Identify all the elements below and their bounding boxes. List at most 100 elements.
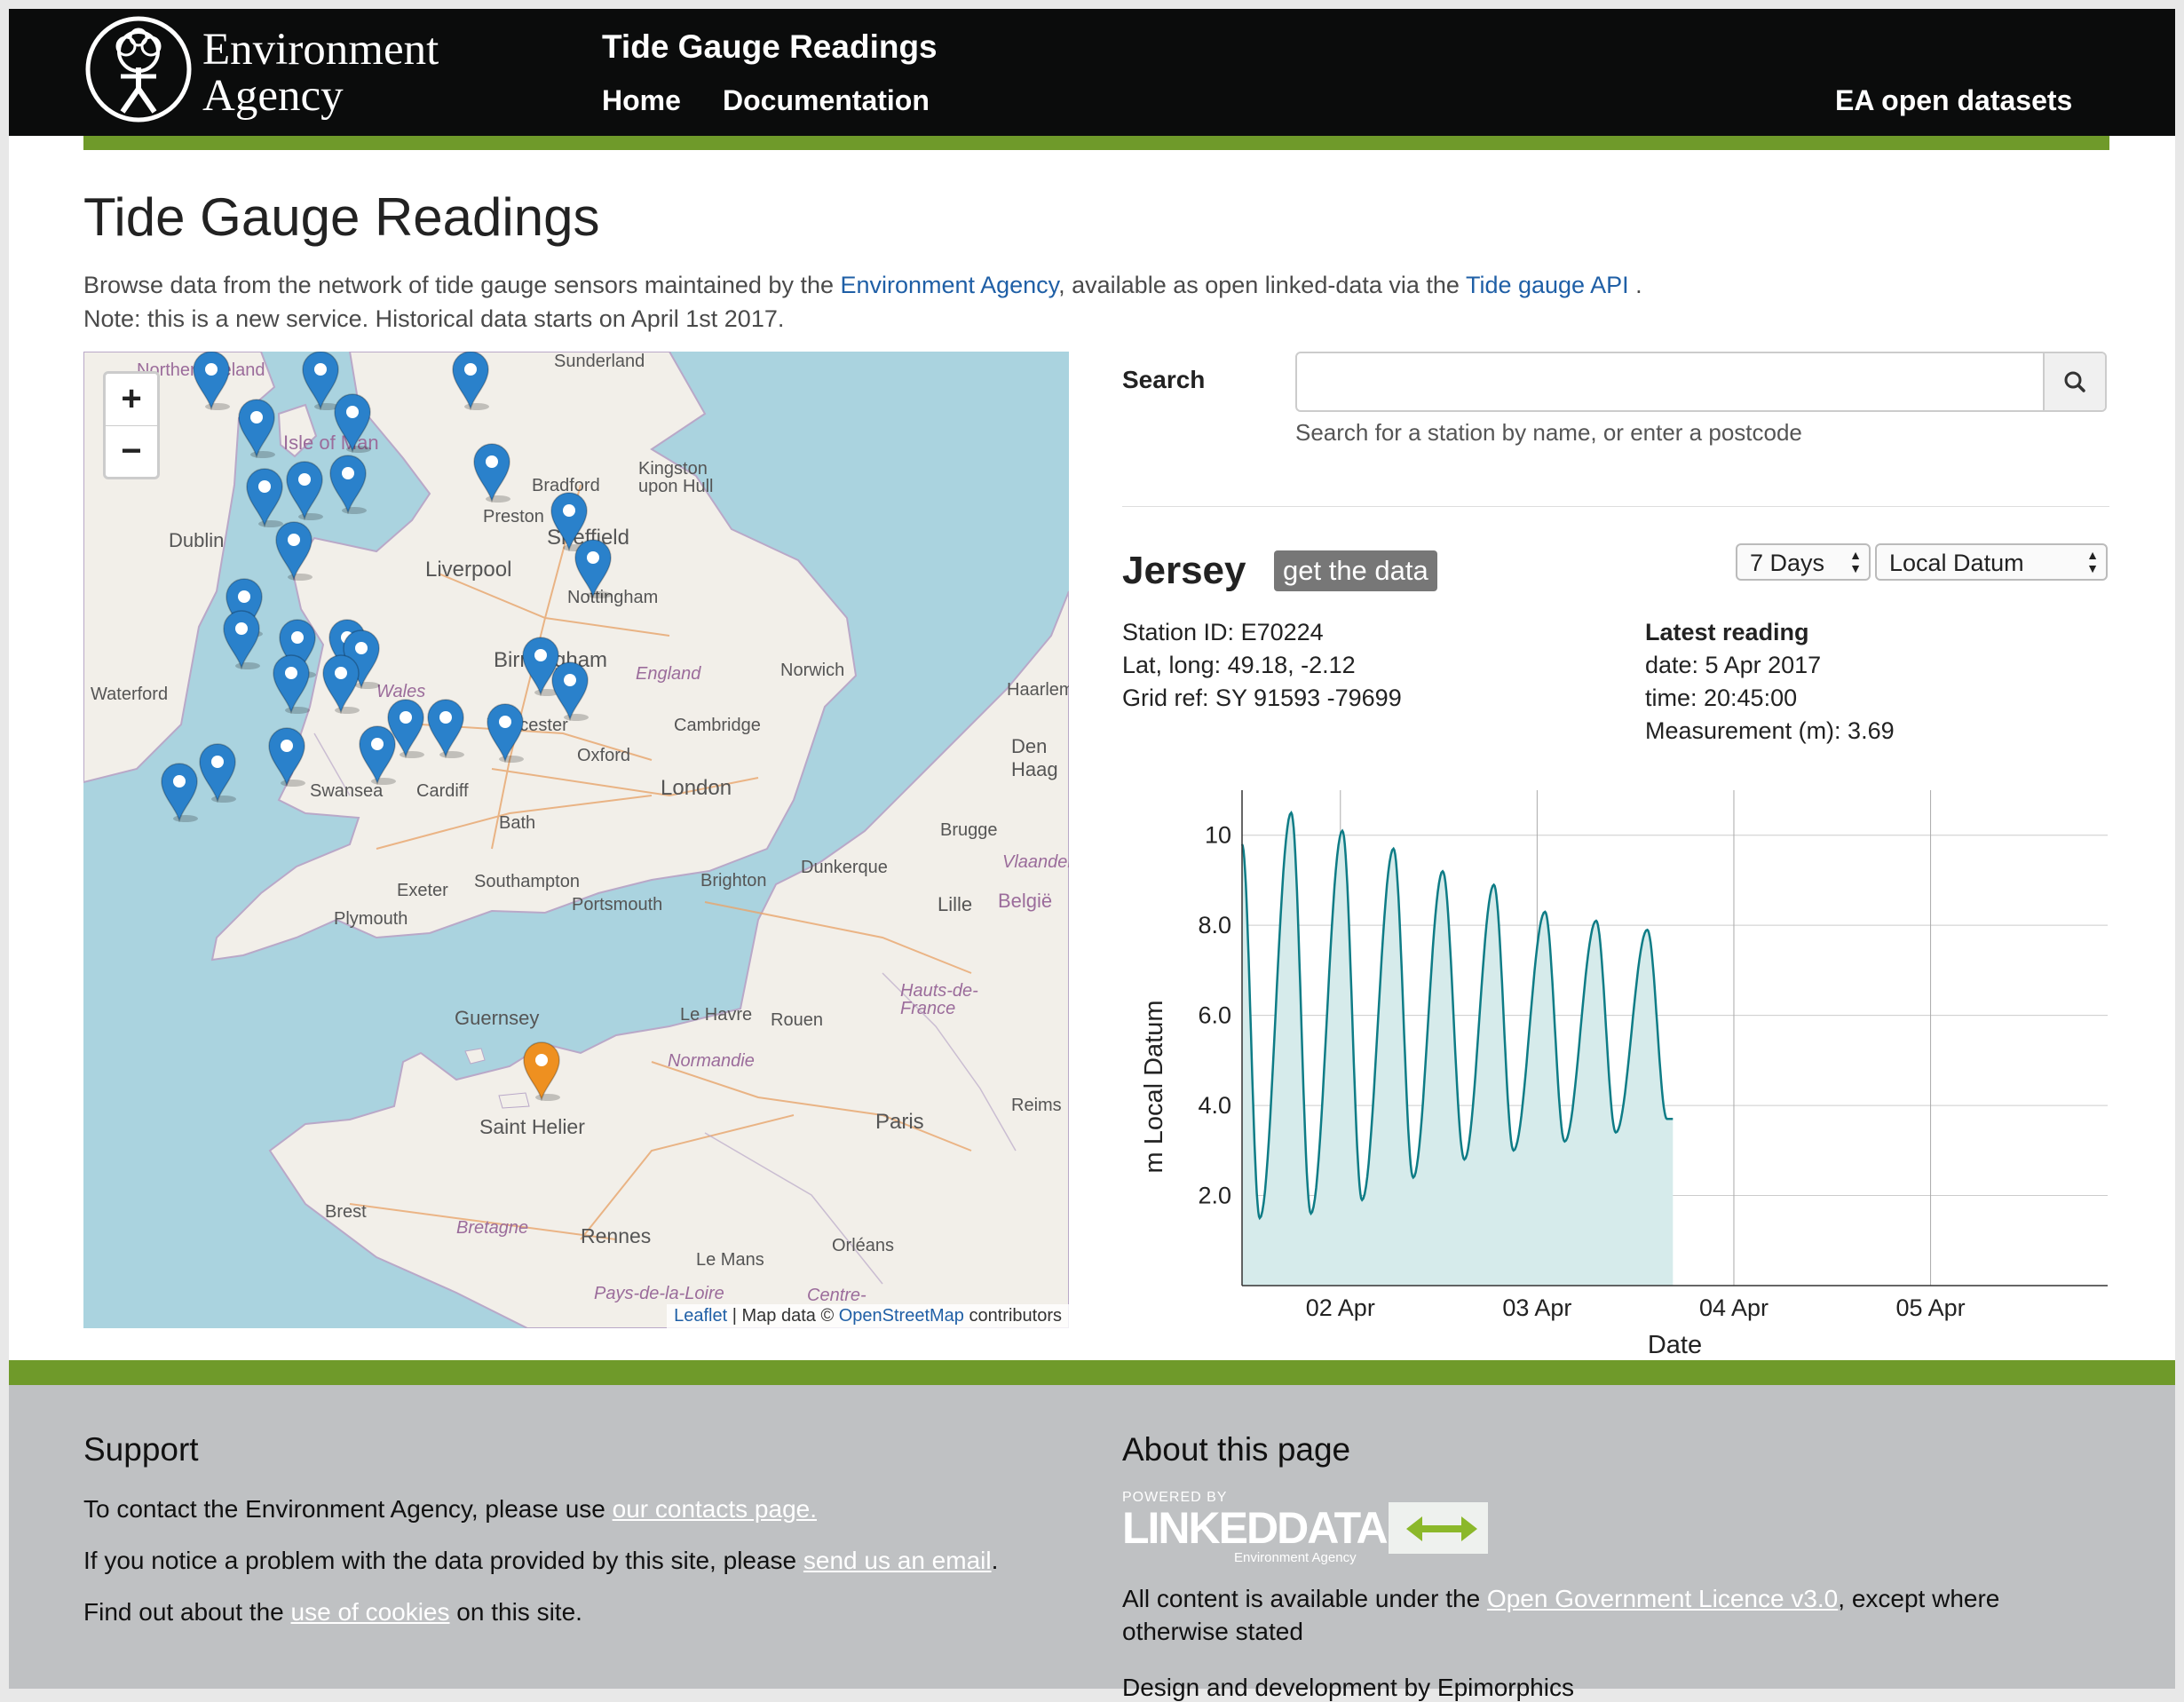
environment-agency-logo[interactable]: Environment Agency xyxy=(83,14,474,125)
support-text: If you notice a problem with the data pr… xyxy=(83,1547,803,1574)
leaflet-link[interactable]: Leaflet xyxy=(674,1306,727,1326)
station-marker[interactable] xyxy=(320,653,361,714)
search-input[interactable] xyxy=(1297,353,2043,410)
y-tick-label: 8.0 xyxy=(1198,912,1231,938)
station-marker[interactable] xyxy=(221,609,262,669)
station-id: Station ID: E70224 xyxy=(1122,619,1324,645)
support-line-contacts: To contact the Environment Agency, pleas… xyxy=(83,1495,817,1524)
nav-documentation-link[interactable]: Documentation xyxy=(723,84,930,117)
attribution-tail: contributors xyxy=(963,1306,1062,1326)
support-line-cookies: Find out about the use of cookies on thi… xyxy=(83,1598,582,1627)
header-green-rule xyxy=(83,136,2109,150)
support-heading: Support xyxy=(83,1431,199,1468)
site-title[interactable]: Tide Gauge Readings xyxy=(602,28,938,66)
station-marker[interactable] xyxy=(573,538,613,598)
top-navbar: Environment Agency Tide Gauge Readings H… xyxy=(9,9,2175,136)
get-the-data-button[interactable]: get the data xyxy=(1274,550,1437,591)
licence-text: All content is available under the Open … xyxy=(1122,1582,2081,1648)
station-marker[interactable] xyxy=(159,762,200,822)
search-help-text: Search for a station by name, or enter a… xyxy=(1295,419,1802,446)
station-name: Jersey xyxy=(1122,549,1246,592)
search-button[interactable] xyxy=(2043,353,2105,410)
latest-measurement: Measurement (m): 3.69 xyxy=(1645,717,1895,744)
station-marker[interactable] xyxy=(332,392,373,453)
station-marker[interactable] xyxy=(485,702,526,763)
latest-reading: Latest reading date: 5 Apr 2017 time: 20… xyxy=(1645,616,1895,748)
environment-agency-link[interactable]: Environment Agency xyxy=(840,272,1058,298)
station-marker[interactable] xyxy=(271,653,312,714)
station-marker[interactable] xyxy=(236,398,277,458)
station-marker[interactable] xyxy=(550,661,590,721)
intro-text-2: , available as open linked-data via the xyxy=(1058,272,1466,298)
station-info: Station ID: E70224 Lat, long: 49.18, -2.… xyxy=(1122,616,1402,715)
ld-name: LINKEDDATA xyxy=(1122,1503,1389,1553)
station-marker[interactable] xyxy=(284,460,325,520)
support-line-email: If you notice a problem with the data pr… xyxy=(83,1547,998,1575)
page: Environment Agency Tide Gauge Readings H… xyxy=(9,9,2175,1701)
x-tick-label: 05 Apr xyxy=(1896,1294,1966,1321)
support-text: Find out about the xyxy=(83,1598,291,1626)
station-marker[interactable] xyxy=(471,442,512,503)
period-select[interactable]: 7 Days ▲ ▼ xyxy=(1736,543,1871,581)
selected-station-marker[interactable] xyxy=(521,1041,562,1101)
x-tick-label: 04 Apr xyxy=(1699,1294,1769,1321)
station-marker[interactable] xyxy=(425,698,466,758)
design-credit: Design and development by Epimorphics xyxy=(1122,1674,1574,1701)
station-map[interactable]: Northern Ireland Isle of Man Dublin Wate… xyxy=(83,352,1069,1328)
y-tick-label: 4.0 xyxy=(1198,1092,1231,1119)
station-marker[interactable] xyxy=(273,520,314,581)
y-tick-label: 6.0 xyxy=(1198,1002,1231,1029)
zoom-in-button[interactable]: + xyxy=(106,374,157,426)
support-text: . xyxy=(991,1547,999,1574)
logo-line1: Environment xyxy=(202,25,439,75)
station-marker[interactable] xyxy=(450,352,491,410)
send-email-link[interactable]: send us an email xyxy=(803,1547,992,1574)
tree-person-icon xyxy=(85,16,192,123)
x-tick-label: 03 Apr xyxy=(1502,1294,1571,1321)
page-title: Tide Gauge Readings xyxy=(83,187,600,247)
station-markers xyxy=(83,352,1069,1328)
y-tick-label: 2.0 xyxy=(1198,1183,1231,1209)
arrows-icon xyxy=(1389,1502,1488,1554)
intro-text-1: Browse data from the network of tide gau… xyxy=(83,272,841,298)
support-text: To contact the Environment Agency, pleas… xyxy=(83,1495,613,1523)
ld-sub: Environment Agency xyxy=(1234,1550,1357,1565)
contacts-page-link[interactable]: our contacts page. xyxy=(613,1495,817,1523)
licence-lead: All content is available under the xyxy=(1122,1585,1487,1612)
footer: Support To contact the Environment Agenc… xyxy=(9,1385,2175,1701)
logo-line2: Agency xyxy=(202,71,344,121)
select-arrows-icon: ▲ ▼ xyxy=(2086,548,2099,575)
station-grid-ref: Grid ref: SY 91593 -79699 xyxy=(1122,685,1402,711)
intro-paragraph: Browse data from the network of tide gau… xyxy=(83,268,1646,336)
attribution-text: | Map data © xyxy=(727,1306,839,1326)
footer-green-rule xyxy=(9,1360,2175,1385)
latest-time: time: 20:45:00 xyxy=(1645,685,1798,711)
support-text: on this site. xyxy=(449,1598,582,1626)
ogl-link[interactable]: Open Government Licence v3.0 xyxy=(1487,1585,1838,1612)
linked-data-logo[interactable]: POWERED BY LINKEDDATA Environment Agency xyxy=(1122,1490,1495,1568)
search-group xyxy=(1295,352,2107,412)
cookies-link[interactable]: use of cookies xyxy=(291,1598,450,1626)
tide-gauge-api-link[interactable]: Tide gauge API xyxy=(1466,272,1629,298)
latest-reading-title: Latest reading xyxy=(1645,619,1809,645)
y-tick-label: 10 xyxy=(1205,822,1231,849)
nav-ea-open-datasets-link[interactable]: EA open datasets xyxy=(1835,84,2072,117)
station-marker[interactable] xyxy=(328,454,368,514)
logo-text: Environment Agency xyxy=(202,27,439,119)
datum-select-value: Local Datum xyxy=(1889,550,2024,576)
search-label: Search xyxy=(1122,366,1206,393)
y-axis-label: m Local Datum xyxy=(1140,1000,1168,1173)
station-marker[interactable] xyxy=(266,726,307,787)
datum-select[interactable]: Local Datum ▲ ▼ xyxy=(1875,543,2108,581)
period-select-value: 7 Days xyxy=(1750,550,1825,576)
openstreetmap-link[interactable]: OpenStreetMap xyxy=(839,1306,964,1326)
station-marker[interactable] xyxy=(385,698,426,758)
about-heading: About this page xyxy=(1122,1431,1351,1468)
nav-home-link[interactable]: Home xyxy=(602,84,681,117)
station-marker[interactable] xyxy=(244,467,285,527)
station-marker[interactable] xyxy=(191,352,232,410)
zoom-out-button[interactable]: − xyxy=(106,426,157,478)
station-marker[interactable] xyxy=(197,742,238,803)
search-icon xyxy=(2064,371,2085,392)
select-arrows-icon: ▲ ▼ xyxy=(1849,548,1862,575)
